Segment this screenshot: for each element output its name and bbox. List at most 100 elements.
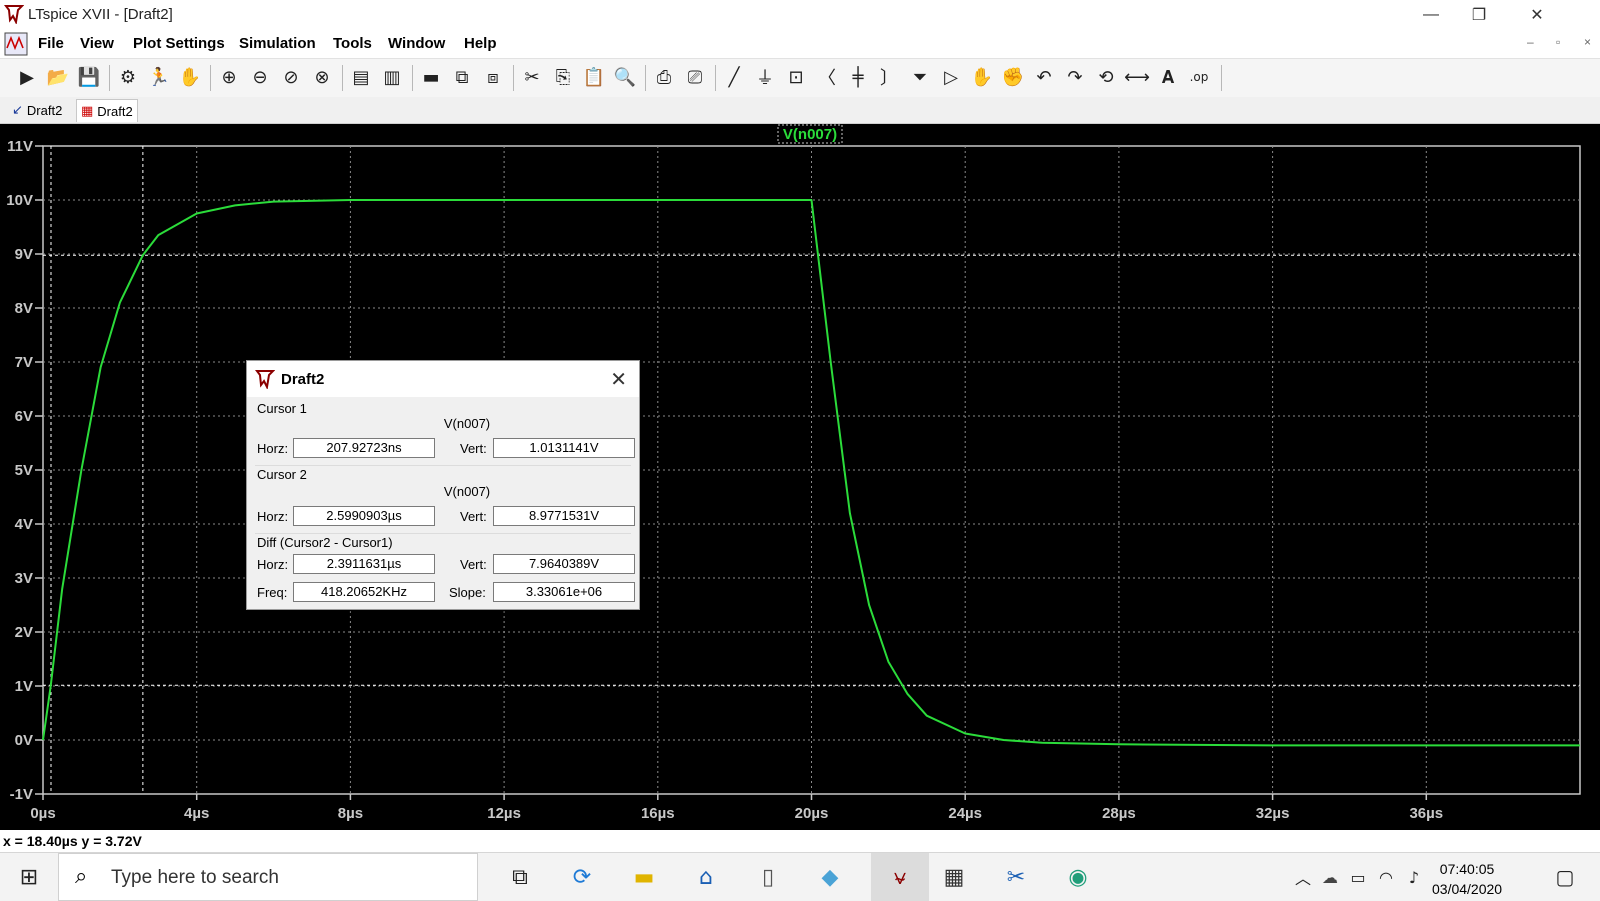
freq-field[interactable]: 418.20652KHz [293, 582, 435, 602]
minimize-button[interactable]: — [1408, 0, 1454, 30]
close-icon[interactable]: ✕ [610, 367, 627, 392]
diff-horz-field[interactable]: 2.3911631µs [293, 554, 435, 574]
cut-icon[interactable]: ✂ [519, 64, 545, 90]
cursor1-horz-field[interactable]: 207.92723ns [293, 438, 435, 458]
taskbar-clock[interactable]: 07:40:05 03/04/2020 [1432, 859, 1502, 899]
save-icon[interactable]: 💾 [76, 64, 102, 90]
sync-app-icon[interactable]: ⟳ [565, 861, 599, 893]
battery-icon[interactable]: ▭ [1346, 861, 1370, 893]
print-preview-icon[interactable]: ⎚ [682, 64, 708, 90]
ltspice-logo-icon [255, 370, 275, 389]
copy-icon[interactable]: ⎘ [550, 64, 576, 90]
show-hidden-icons-icon[interactable]: ︿ [1292, 861, 1314, 893]
bank-app-icon[interactable]: ⌂ [689, 861, 723, 893]
tile-horizontal-icon[interactable]: ⧉ [449, 64, 475, 90]
menu-help[interactable]: Help [464, 35, 497, 52]
tab-draft2-waveform[interactable]: ▦ Draft2 [76, 99, 138, 122]
window-title: LTspice XVII - [Draft2] [28, 6, 173, 23]
redo-icon[interactable]: ↷ [1062, 64, 1088, 90]
cursor2-horz-field[interactable]: 2.5990903µs [293, 506, 435, 526]
menu-plot-settings[interactable]: Plot Settings [133, 35, 225, 52]
tab-draft2-schematic[interactable]: ↙ Draft2 [8, 99, 66, 121]
close-button[interactable]: ✕ [1514, 0, 1560, 30]
spice-directive-icon[interactable]: .op [1186, 64, 1212, 90]
cursor-dialog[interactable]: Draft2 ✕ Cursor 1 V(n007) Horz: 207.9272… [246, 360, 640, 610]
waveform-plot-pane[interactable]: 11V 10V 9V 8V 7V 6V 5V 4V 3V 2V 1V 0V -1V 0µs 4µs 8µs 12… [0, 124, 1600, 830]
tile-vertical-icon[interactable]: ⧈ [480, 64, 506, 90]
x-tick-label: 8µs [338, 805, 363, 822]
open-icon[interactable]: 📂 [45, 64, 71, 90]
toolbar-separator [645, 65, 646, 91]
ltspice-taskbar-icon[interactable]: ⍱ [871, 853, 929, 901]
volume-icon[interactable]: ♪ [1402, 861, 1426, 893]
toolbar-separator [715, 65, 716, 91]
tab-label: Draft2 [97, 103, 133, 119]
windows-start-icon[interactable]: ⊞ [12, 861, 46, 893]
rotate-icon[interactable]: ⟲ [1093, 64, 1119, 90]
component-icon[interactable]: ▷ [938, 64, 964, 90]
run-icon[interactable]: 🏃 [146, 64, 172, 90]
mdi-close-button[interactable]: × [1584, 35, 1591, 49]
undo-icon[interactable]: ↶ [1031, 64, 1057, 90]
document-tab-bar: ↙ Draft2 ▦ Draft2 [0, 97, 1600, 124]
manual-limits-icon[interactable]: ▥ [379, 64, 405, 90]
diff-vert-field[interactable]: 7.9640389V [493, 554, 635, 574]
resistor-icon[interactable]: 〈 [814, 64, 840, 90]
mdi-minimize-button[interactable]: – [1527, 35, 1534, 49]
onedrive-icon[interactable]: ☁ [1318, 861, 1342, 893]
restore-button[interactable]: ❐ [1456, 0, 1502, 30]
menu-file[interactable]: File [38, 35, 64, 52]
menu-simulation[interactable]: Simulation [239, 35, 316, 52]
title-bar: LTspice XVII - [Draft2] — ❐ ✕ [0, 0, 1600, 30]
capacitor-icon[interactable]: ╪ [845, 64, 871, 90]
mirror-icon[interactable]: ⟷ [1124, 64, 1150, 90]
edge-browser-icon[interactable]: ◉ [1061, 861, 1095, 893]
y-tick-label: 6V [15, 408, 33, 425]
calculator-icon[interactable]: ▦ [937, 861, 971, 893]
zoom-out-icon[interactable]: ⊖ [247, 64, 273, 90]
toolbar-separator [210, 65, 211, 91]
cursor1-vert-field[interactable]: 1.0131141V [493, 438, 635, 458]
ground-icon[interactable]: ⏚ [752, 64, 778, 90]
add-plot-pane-icon[interactable]: ▬ [418, 64, 444, 90]
label-icon[interactable]: ⊡ [783, 64, 809, 90]
menu-tools[interactable]: Tools [333, 35, 372, 52]
menu-window[interactable]: Window [388, 35, 445, 52]
diode-icon[interactable]: ⏷ [907, 64, 933, 90]
search-icon: ⌕ [75, 864, 88, 889]
menu-view[interactable]: View [80, 35, 114, 52]
halt-icon[interactable]: ✋ [177, 64, 203, 90]
autorange-icon[interactable]: ▤ [348, 64, 374, 90]
move-icon[interactable]: ✋ [969, 64, 995, 90]
cursor-dialog-titlebar[interactable]: Draft2 ✕ [247, 361, 639, 397]
x-tick-label: 12µs [487, 805, 521, 822]
inductor-icon[interactable]: 〕 [876, 64, 902, 90]
file-explorer-icon[interactable]: ▬ [627, 861, 661, 893]
notebook-app-icon[interactable]: ◆ [813, 861, 847, 893]
slope-label: Slope: [449, 585, 486, 600]
y-tick-label: 4V [15, 516, 33, 533]
print-icon[interactable]: ⎙ [651, 64, 677, 90]
x-tick-label: 28µs [1102, 805, 1136, 822]
zoom-in-icon[interactable]: ⊕ [216, 64, 242, 90]
document-app-icon[interactable]: ▯ [751, 861, 785, 893]
task-view-icon[interactable]: ⧉ [503, 861, 537, 893]
slope-field[interactable]: 3.33061e+06 [493, 582, 635, 602]
paste-icon[interactable]: 📋 [581, 64, 607, 90]
waveform-plot[interactable]: 11V 10V 9V 8V 7V 6V 5V 4V 3V 2V 1V 0V -1V 0µs 4µs 8µs 12… [0, 124, 1600, 830]
mdi-restore-button[interactable]: ▫ [1556, 35, 1560, 49]
zoom-extents-icon[interactable]: ⊗ [309, 64, 335, 90]
cursor2-vert-field[interactable]: 8.9771531V [493, 506, 635, 526]
snipping-tool-icon[interactable]: ✂ [999, 861, 1033, 893]
drag-icon[interactable]: ✊ [1000, 64, 1026, 90]
new-schematic-icon[interactable]: ▶ [14, 64, 40, 90]
control-panel-icon[interactable]: ⚙ [115, 64, 141, 90]
find-icon[interactable]: 🔍 [612, 64, 638, 90]
wire-icon[interactable]: ╱ [721, 64, 747, 90]
zoom-back-icon[interactable]: ⊘ [278, 64, 304, 90]
wifi-icon[interactable]: ◠ [1374, 861, 1398, 893]
divider [255, 533, 631, 534]
taskbar-search-box[interactable]: ⌕ Type here to search [58, 853, 478, 901]
notifications-icon[interactable]: ▢ [1548, 861, 1582, 893]
text-icon[interactable]: 𝐀 [1155, 64, 1181, 90]
